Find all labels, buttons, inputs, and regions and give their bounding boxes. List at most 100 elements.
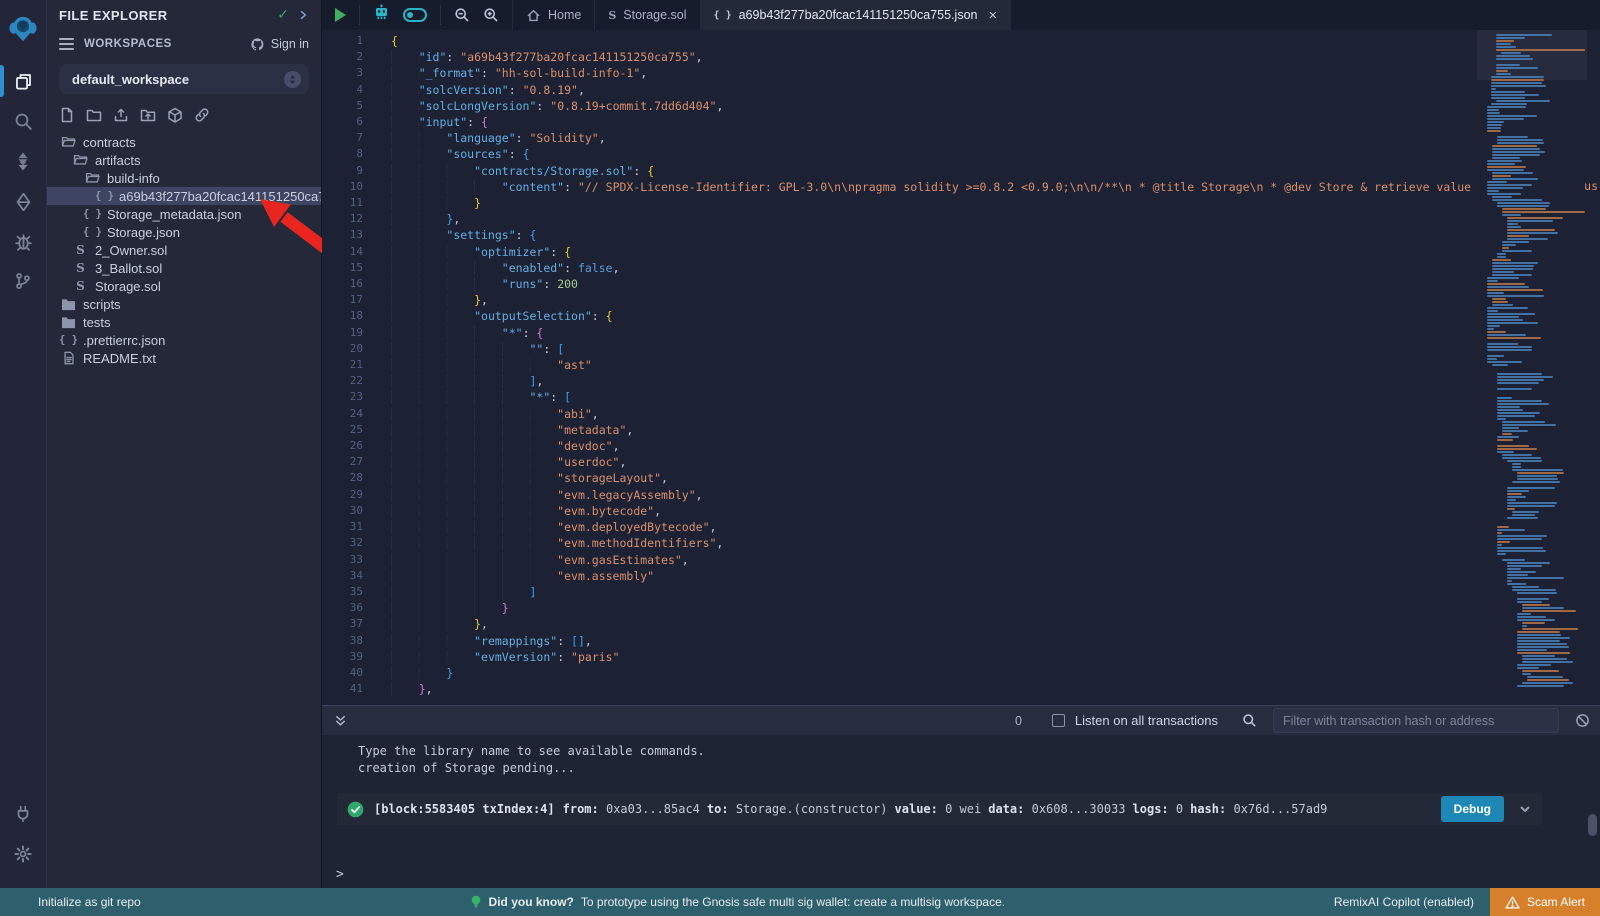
search-icon[interactable] bbox=[1242, 713, 1257, 728]
tree-item-storage-metadata-json[interactable]: { }Storage_metadata.json bbox=[47, 205, 321, 223]
copilot-status-item[interactable]: RemixAI Copilot (enabled) bbox=[1334, 895, 1474, 909]
line-number: 2 bbox=[322, 49, 363, 65]
tab-a69b43f277ba20fcac141151250ca755-json[interactable]: { }a69b43f277ba20fcac141151250ca755.json… bbox=[701, 0, 1012, 30]
tree-item-storage-sol[interactable]: SStorage.sol bbox=[47, 277, 321, 295]
line-number: 3 bbox=[322, 65, 363, 81]
content-row: FILE EXPLORER ✓ WORKSPACES Sign in defau… bbox=[0, 0, 1600, 888]
code-line: { bbox=[391, 33, 1600, 49]
tree-item-build-info[interactable]: build-info bbox=[47, 169, 321, 187]
line-number: 41 bbox=[322, 681, 363, 697]
code-line: "enabled": false, bbox=[391, 260, 1600, 276]
create-file-icon[interactable] bbox=[59, 107, 75, 123]
sign-in-label: Sign in bbox=[271, 37, 309, 51]
line-number: 22 bbox=[322, 373, 363, 389]
file-icon bbox=[61, 351, 76, 365]
upload-file-icon[interactable] bbox=[113, 107, 129, 123]
tree-item-artifacts[interactable]: artifacts bbox=[47, 151, 321, 169]
sidebar-item-settings[interactable] bbox=[0, 834, 47, 874]
code-line: } bbox=[391, 665, 1600, 681]
transaction-count-badge: 0 bbox=[1015, 714, 1022, 728]
tree-item-tests[interactable]: tests bbox=[47, 313, 321, 331]
run-group bbox=[322, 0, 359, 30]
clear-console-icon[interactable] bbox=[1575, 713, 1590, 728]
code-editor[interactable]: 1234567891011121314151617181920212223242… bbox=[322, 30, 1600, 705]
git-icon bbox=[14, 272, 32, 290]
github-sign-in-button[interactable]: Sign in bbox=[250, 37, 309, 52]
tree-item--prettierrc-json[interactable]: { }.prettierrc.json bbox=[47, 331, 321, 349]
solidity-icon: S bbox=[608, 9, 616, 22]
terminal-scrollbar-thumb[interactable] bbox=[1588, 814, 1597, 836]
minimap[interactable] bbox=[1477, 30, 1587, 705]
listen-all-transactions-checkbox[interactable] bbox=[1052, 714, 1065, 727]
tab-home[interactable]: Home bbox=[512, 0, 595, 30]
chevron-right-icon[interactable] bbox=[297, 9, 309, 21]
code-line: ] bbox=[391, 584, 1600, 600]
tree-item-3-ballot-sol[interactable]: S3_Ballot.sol bbox=[47, 259, 321, 277]
line-number: 26 bbox=[322, 438, 363, 454]
sidebar-item-solidity-compiler[interactable] bbox=[0, 141, 47, 181]
line-number: 11 bbox=[322, 195, 363, 211]
folder-open-icon bbox=[61, 135, 76, 149]
tree-item-a69b43f277ba20fcac141151250ca7-[interactable]: { } a69b43f277ba20fcac141151250ca7... bbox=[47, 187, 321, 205]
tree-item-2-owner-sol[interactable]: S2_Owner.sol bbox=[47, 241, 321, 259]
code-line: "evm.legacyAssembly", bbox=[391, 487, 1600, 503]
transaction-filter-input[interactable] bbox=[1273, 708, 1559, 733]
minimap-slider[interactable] bbox=[1477, 30, 1587, 80]
tree-item-label: README.txt bbox=[83, 351, 156, 366]
tip-bold-text: Did you know? bbox=[489, 895, 574, 909]
create-folder-icon[interactable] bbox=[86, 107, 102, 123]
check-icon[interactable]: ✓ bbox=[277, 7, 289, 23]
sidebar-item-plugin-manager[interactable] bbox=[0, 794, 47, 834]
ai-copilot-robot-icon[interactable] bbox=[373, 4, 390, 26]
code-line: }, bbox=[391, 616, 1600, 632]
code-line: } bbox=[391, 195, 1600, 211]
transaction-log-row[interactable]: [block:5583405 txIndex:4]from: 0xa03...8… bbox=[337, 793, 1542, 825]
line-number: 27 bbox=[322, 454, 363, 470]
close-tab-icon[interactable]: × bbox=[988, 8, 997, 23]
code-content[interactable]: { "id": "a69b43f277ba20fcac141151250ca75… bbox=[377, 30, 1600, 705]
workspaces-menu-icon[interactable] bbox=[59, 38, 74, 50]
settings-icon bbox=[14, 845, 32, 863]
tree-item-label: a69b43f277ba20fcac141151250ca7... bbox=[119, 189, 321, 204]
sidebar-item-git[interactable] bbox=[0, 261, 47, 301]
json-file-icon: { } bbox=[97, 190, 112, 202]
line-number: 35 bbox=[322, 584, 363, 600]
run-script-button[interactable] bbox=[335, 8, 346, 22]
sidebar-item-file-explorer[interactable] bbox=[0, 61, 47, 101]
code-line: "settings": { bbox=[391, 227, 1600, 243]
sidebar-item-debugger[interactable] bbox=[0, 221, 47, 261]
git-init-status-item[interactable]: Initialize as git repo bbox=[0, 895, 141, 909]
zoom-out-icon[interactable] bbox=[454, 7, 470, 23]
import-from-ipfs-icon[interactable] bbox=[167, 107, 183, 123]
line-number: 37 bbox=[322, 616, 363, 632]
tree-item-scripts[interactable]: scripts bbox=[47, 295, 321, 313]
status-bar: Initialize as git repo Did you know? To … bbox=[0, 888, 1600, 916]
icon-rail bbox=[0, 0, 47, 888]
sidebar-item-deploy-run[interactable] bbox=[0, 181, 47, 221]
ai-copilot-toggle[interactable] bbox=[403, 8, 427, 22]
tree-item-storage-json[interactable]: { }Storage.json bbox=[47, 223, 321, 241]
remix-logo[interactable] bbox=[0, 5, 47, 53]
tree-item-readme-txt[interactable]: README.txt bbox=[47, 349, 321, 367]
tree-item-contracts[interactable]: contracts bbox=[47, 133, 321, 151]
editor-toolbar: HomeSStorage.sol{ }a69b43f277ba20fcac141… bbox=[322, 0, 1600, 30]
code-line: "solcVersion": "0.8.19", bbox=[391, 82, 1600, 98]
code-line: ], bbox=[391, 373, 1600, 389]
terminal-expand-icon[interactable] bbox=[334, 714, 347, 727]
sidebar-item-search[interactable] bbox=[0, 101, 47, 141]
line-number: 4 bbox=[322, 82, 363, 98]
zoom-in-icon[interactable] bbox=[483, 7, 499, 23]
code-line: "*": { bbox=[391, 325, 1600, 341]
code-line: } bbox=[391, 600, 1600, 616]
workspace-select[interactable]: default_workspace bbox=[59, 64, 309, 94]
upload-folder-icon[interactable] bbox=[140, 107, 156, 123]
scam-alert-button[interactable]: Scam Alert bbox=[1490, 888, 1600, 916]
github-icon bbox=[250, 37, 265, 52]
tab-storage-sol[interactable]: SStorage.sol bbox=[595, 0, 700, 30]
code-line: "solcLongVersion": "0.8.19+commit.7dd6d4… bbox=[391, 98, 1600, 114]
expand-transaction-icon[interactable] bbox=[1518, 802, 1532, 816]
import-from-url-icon[interactable] bbox=[194, 107, 210, 123]
debug-button[interactable]: Debug bbox=[1441, 796, 1504, 822]
code-line: "ast" bbox=[391, 357, 1600, 373]
line-number: 9 bbox=[322, 163, 363, 179]
